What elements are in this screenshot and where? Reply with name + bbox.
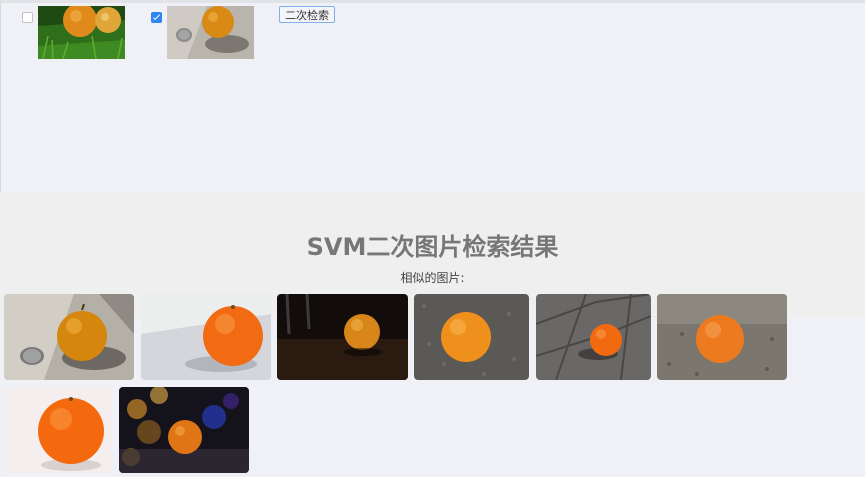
result-image-2[interactable]: [141, 294, 271, 380]
result-image-8[interactable]: [119, 387, 249, 473]
result-subtitle: 相似的图片:: [400, 271, 465, 285]
result-image-7[interactable]: [4, 387, 112, 473]
select-checkbox-1[interactable]: [22, 12, 33, 23]
result-image-5[interactable]: [536, 294, 651, 380]
result-title: SVM二次图片检索结果: [306, 233, 559, 261]
query-image-2: [167, 6, 254, 59]
query-panel: 二次检索: [0, 0, 865, 192]
recheck-button[interactable]: 二次检索: [279, 6, 335, 23]
select-checkbox-2[interactable]: [151, 12, 162, 23]
result-image-4[interactable]: [414, 294, 529, 380]
query-image-1: [38, 6, 125, 59]
result-image-1[interactable]: [4, 294, 134, 380]
result-image-6[interactable]: [657, 294, 787, 380]
result-image-3[interactable]: [277, 294, 408, 380]
